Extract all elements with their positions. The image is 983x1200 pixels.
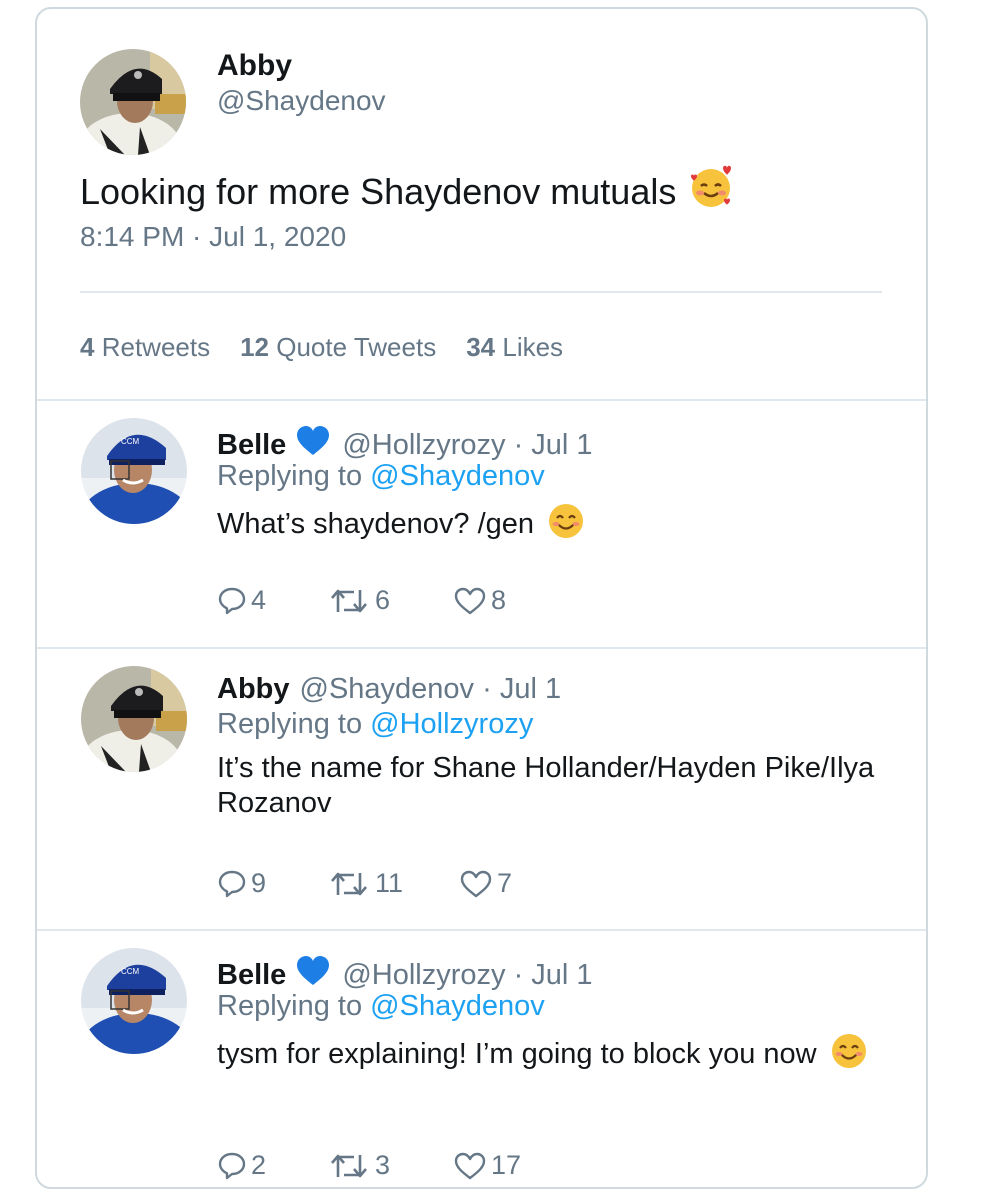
reply-date[interactable]: · Jul 1 [514, 429, 593, 462]
replying-to-link[interactable]: @Hollzyrozy [370, 708, 533, 740]
reply-author-name[interactable]: Belle [217, 959, 286, 992]
reply-tweet[interactable]: CCM Belle @Hollzyrozy · Jul 1 Replying t… [37, 931, 926, 1187]
avatar-abby[interactable] [81, 666, 187, 772]
reply-text: It’s the name for Shane Hollander/Hayden… [217, 751, 877, 821]
svg-text:CCM: CCM [121, 967, 140, 976]
reply-button[interactable]: 2 [217, 1150, 329, 1181]
like-count: 8 [491, 585, 507, 615]
retweet-icon [329, 869, 369, 899]
like-button[interactable]: 7 [459, 868, 512, 899]
smiling-face-icon [548, 503, 584, 548]
reply-tweet[interactable]: Abby @Shaydenov · Jul 1 Replying to @Hol… [37, 649, 926, 929]
avatar-abby[interactable] [80, 49, 186, 155]
quote-tweets-count: 12 [240, 332, 270, 362]
like-button[interactable]: 17 [453, 1150, 521, 1181]
quote-tweets-stat[interactable]: 12 Quote Tweets [240, 332, 436, 363]
retweets-label: Retweets [101, 332, 211, 362]
reply-tweet[interactable]: CCM Belle @Hollzyrozy · Jul 1 Replying t… [37, 401, 926, 647]
replying-to-link[interactable]: @Shaydenov [370, 460, 545, 492]
like-button[interactable]: 8 [453, 585, 506, 616]
reply-text-content: What’s shaydenov? /gen [217, 508, 535, 541]
replying-to: Replying to @Hollzyrozy [217, 708, 533, 741]
svg-text:CCM: CCM [121, 437, 140, 446]
heart-outline-icon [453, 586, 487, 616]
like-count: 7 [497, 868, 513, 898]
retweet-icon [329, 1151, 369, 1181]
retweet-count: 11 [375, 868, 404, 898]
reply-actions: 4 6 8 [217, 585, 506, 616]
author-name[interactable]: Abby [217, 49, 292, 83]
replying-to: Replying to @Shaydenov [217, 990, 545, 1023]
replying-to-label: Replying to [217, 990, 363, 1022]
replying-to: Replying to @Shaydenov [217, 460, 545, 493]
reply-text-content: tysm for explaining! I’m going to block … [217, 1038, 817, 1071]
divider [80, 291, 882, 293]
reply-author-handle[interactable]: @Hollzyrozy [342, 959, 505, 992]
retweets-count: 4 [80, 332, 95, 362]
replying-to-label: Replying to [217, 708, 363, 740]
likes-label: Likes [502, 332, 564, 362]
reply-count: 9 [251, 868, 267, 898]
reply-actions: 2 3 17 [217, 1150, 521, 1181]
like-count: 17 [491, 1150, 522, 1180]
reply-count: 2 [251, 1150, 267, 1180]
retweet-icon [329, 586, 369, 616]
author-handle[interactable]: @Shaydenov [217, 85, 386, 117]
likes-count: 34 [466, 332, 496, 362]
retweets-stat[interactable]: 4 Retweets [80, 332, 210, 363]
reply-button[interactable]: 9 [217, 868, 329, 899]
reply-author-name[interactable]: Abby [217, 673, 290, 706]
reply-author-handle[interactable]: @Hollzyrozy [342, 429, 505, 462]
quote-tweets-label: Quote Tweets [276, 332, 437, 362]
tweet-text-content: Looking for more Shaydenov mutuals [80, 170, 677, 212]
retweet-count: 3 [375, 1150, 391, 1180]
likes-stat[interactable]: 34 Likes [466, 332, 563, 363]
retweet-button[interactable]: 3 [329, 1150, 453, 1181]
retweet-button[interactable]: 6 [329, 585, 453, 616]
retweet-button[interactable]: 11 [329, 868, 459, 899]
blue-heart-icon [296, 425, 330, 465]
reply-text: tysm for explaining! I’m going to block … [217, 1033, 877, 1078]
comment-icon [217, 586, 247, 616]
retweet-count: 6 [375, 585, 391, 615]
reply-date[interactable]: · Jul 1 [482, 673, 561, 706]
reply-header: Abby @Shaydenov · Jul 1 [217, 673, 561, 706]
tweet-timestamp[interactable]: 8:14 PM · Jul 1, 2020 [80, 221, 346, 253]
tweet-card: Abby @Shaydenov Looking for more Shayden… [35, 7, 928, 1189]
comment-icon [217, 869, 247, 899]
reply-text-content: It’s the name for Shane Hollander/Hayden… [217, 752, 875, 819]
reply-header: Belle @Hollzyrozy · Jul 1 [217, 955, 593, 995]
replying-to-label: Replying to [217, 460, 363, 492]
reply-button[interactable]: 4 [217, 585, 329, 616]
blue-heart-icon [296, 955, 330, 995]
reply-author-handle[interactable]: @Shaydenov [300, 673, 475, 706]
heart-outline-icon [453, 1151, 487, 1181]
smiling-face-with-hearts-icon [688, 164, 734, 219]
heart-outline-icon [459, 869, 493, 899]
tweet-stats: 4 Retweets 12 Quote Tweets 34 Likes [80, 332, 563, 363]
avatar-belle[interactable]: CCM [81, 418, 187, 524]
reply-actions: 9 11 7 [217, 868, 512, 899]
comment-icon [217, 1151, 247, 1181]
tweet-text: Looking for more Shaydenov mutuals [80, 164, 734, 219]
replying-to-link[interactable]: @Shaydenov [370, 990, 545, 1022]
reply-header: Belle @Hollzyrozy · Jul 1 [217, 425, 593, 465]
reply-author-name[interactable]: Belle [217, 429, 286, 462]
avatar-belle[interactable]: CCM [81, 948, 187, 1054]
reply-date[interactable]: · Jul 1 [514, 959, 593, 992]
reply-text: What’s shaydenov? /gen [217, 503, 877, 548]
reply-count: 4 [251, 585, 267, 615]
smiling-face-icon [831, 1033, 867, 1078]
